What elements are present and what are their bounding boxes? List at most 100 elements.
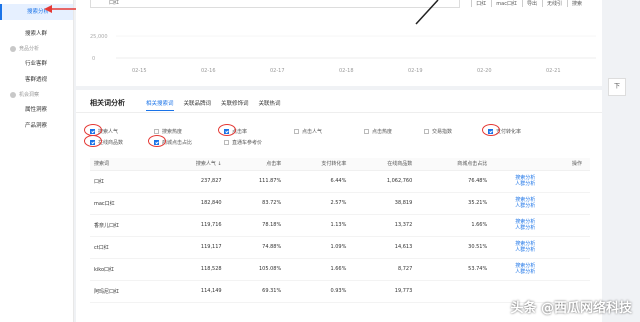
- sidebar-item-industry-crowd[interactable]: 行业客群: [0, 56, 73, 72]
- option-ztc-price[interactable]: 直通车参考价: [224, 139, 262, 146]
- row-actions: 搜索分析 人群分析: [495, 170, 590, 193]
- table-cell: 6.44%: [289, 170, 355, 193]
- row-actions: 搜索分析 人群分析: [495, 192, 590, 215]
- sidebar-item-search-crowd[interactable]: 搜索人群: [0, 26, 73, 42]
- checkbox[interactable]: [294, 129, 299, 134]
- table-cell: [420, 280, 496, 303]
- table-cell: 19,773: [354, 280, 421, 303]
- checkbox[interactable]: [424, 129, 429, 134]
- column-header: 在线商品数: [354, 158, 421, 171]
- x-tick-label: 02-19: [408, 68, 423, 74]
- main: 口红 口红 mac口红 导出 无线引 搜索 25,000 0 02-15 02-1…: [74, 0, 604, 322]
- sidebar-group-opportunity: 机会洞察: [0, 88, 73, 102]
- table-row: 口红 237,827 111.87% 6.44% 1,062,760 76.48% 搜索分析…: [90, 170, 590, 193]
- table-cell: 14,613: [354, 236, 421, 259]
- table-cell: 1,062,760: [354, 170, 421, 193]
- tab-related-modifier[interactable]: 关联修饰词: [221, 99, 249, 111]
- top-tools: 口红 mac口红 导出 无线引 搜索: [471, 0, 582, 7]
- table-cell: 1.66%: [420, 214, 496, 237]
- annotation-circle: [482, 124, 500, 136]
- column-header: 操作: [495, 158, 590, 171]
- table-cell: 13,372: [354, 214, 421, 237]
- table-cell: 111.87%: [229, 170, 290, 193]
- annotation-circle: [148, 135, 166, 147]
- tab-related-brand[interactable]: 关联品牌词: [184, 99, 212, 111]
- column-header: 点击率: [229, 158, 290, 171]
- table-cell: 78.18%: [229, 214, 290, 237]
- option-trade-index[interactable]: 交易指数: [424, 128, 452, 135]
- checkbox[interactable]: [364, 129, 369, 134]
- column-header: 支付转化率: [289, 158, 355, 171]
- sidebar-item-crowd-insight[interactable]: 客群透视: [0, 72, 73, 88]
- option-search-popularity[interactable]: 搜索人气: [84, 124, 118, 136]
- table-cell: 76.48%: [420, 170, 496, 193]
- x-tick-label: 02-20: [477, 68, 492, 74]
- checkbox[interactable]: [154, 129, 159, 134]
- tool-item[interactable]: mac口红: [491, 0, 517, 7]
- table-cell: 69.31%: [229, 280, 290, 303]
- column-header[interactable]: 搜索人气 ↓: [162, 158, 230, 171]
- x-tick-label: 02-21: [546, 68, 561, 74]
- annotation-circle: [218, 124, 236, 136]
- tool-item[interactable]: 口红: [471, 0, 486, 7]
- y-zero-label: 0: [92, 56, 95, 62]
- option-mall-click-share[interactable]: 商城点击占比: [148, 135, 192, 147]
- group-icon: [10, 46, 16, 52]
- crowd-analysis-link[interactable]: 人群分析: [515, 181, 582, 187]
- crowd-analysis-link[interactable]: 人群分析: [515, 203, 582, 209]
- table-cell: 237,827: [162, 170, 230, 193]
- table-cell: 30.51%: [420, 236, 496, 259]
- option-search-heat[interactable]: 搜索热度: [154, 128, 182, 135]
- option-pay-conversion[interactable]: 支付转化率: [482, 124, 521, 136]
- table-cell: 1.66%: [289, 258, 355, 281]
- y-tick-label: 25,000: [90, 34, 108, 40]
- tab-related-hot[interactable]: 关联热词: [259, 99, 281, 111]
- sidebar: 搜索分析 搜索人群 竞品分析 行业客群 客群透视 机会洞察 属性洞察 产品洞察: [0, 0, 74, 322]
- option-click-heat[interactable]: 点击热度: [364, 128, 392, 135]
- table-cell: 0.93%: [289, 280, 355, 303]
- crowd-analysis-link[interactable]: 人群分析: [515, 269, 582, 275]
- sidebar-item-product[interactable]: 产品洞察: [0, 118, 73, 134]
- table-row: ct口红 119,117 74.88% 1.09% 14,613 30.51% 搜索分析 人群…: [90, 236, 590, 259]
- table-cell: 2.57%: [289, 192, 355, 215]
- related-words-table: 搜索词 搜索人气 ↓ 点击率 支付转化率 在线商品数 商城点击占比 操作 口红 237,827…: [90, 158, 590, 303]
- x-tick-label: 02-17: [270, 68, 285, 74]
- sidebar-item-attribute[interactable]: 属性洞察: [0, 102, 73, 118]
- row-actions: 搜索分析 人群分析: [495, 214, 590, 237]
- sidebar-group-competitor: 竞品分析: [0, 42, 73, 56]
- table-row: mac口红 182,840 83.72% 2.57% 38,819 35.21% 搜索分析人…: [90, 192, 590, 215]
- trend-chart: 25,000 0 02-15 02-16 02-17 02-18 02-19 02-20 0…: [90, 34, 596, 74]
- tool-item[interactable]: 导出: [521, 0, 537, 7]
- table-cell: 74.88%: [229, 236, 290, 259]
- checkbox[interactable]: [224, 140, 229, 145]
- table-cell: 香奈儿口红: [90, 214, 163, 237]
- row-actions: 搜索分析 人群分析: [495, 258, 590, 281]
- table-cell: 1.09%: [289, 236, 355, 259]
- option-online-products[interactable]: 在线商品数: [84, 135, 123, 147]
- option-ctr[interactable]: 点击率: [218, 124, 247, 136]
- crowd-analysis-link[interactable]: 人群分析: [515, 225, 582, 231]
- table-cell: 35.21%: [420, 192, 496, 215]
- card-title: 相关词分析: [90, 99, 125, 107]
- crowd-analysis-link[interactable]: 人群分析: [515, 247, 582, 253]
- annotation-circle: [84, 135, 102, 147]
- table-cell: 口红: [90, 170, 163, 193]
- annotation-arrow-top: [415, 0, 439, 25]
- table-cell: 1.13%: [289, 214, 355, 237]
- search-input[interactable]: 口红: [90, 0, 460, 8]
- table-cell: 119,117: [162, 236, 230, 259]
- tool-item[interactable]: 搜索: [566, 0, 582, 7]
- side-float-button[interactable]: 下: [608, 78, 626, 96]
- table-cell: 118,528: [162, 258, 230, 281]
- table-row: 香奈儿口红 119,716 78.18% 1.13% 13,372 1.66% 搜索分析 人群…: [90, 214, 590, 237]
- related-words-card: 相关词分析 相关搜索词 关联品牌词 关联修饰词 关联热词 搜索人气 搜索热度 点…: [76, 90, 602, 322]
- x-ticks: 02-15 02-16 02-17 02-18 02-19 02-20 02-21: [132, 68, 561, 74]
- option-click-popularity[interactable]: 点击人气: [294, 128, 322, 135]
- group-icon: [10, 92, 16, 98]
- table-cell: 105.08%: [229, 258, 290, 281]
- trend-card: 口红 口红 mac口红 导出 无线引 搜索 25,000 0 02-15 02-1…: [76, 0, 602, 86]
- x-tick-label: 02-16: [201, 68, 216, 74]
- row-actions: 搜索分析 人群分析: [495, 236, 590, 259]
- tab-related-search[interactable]: 相关搜索词: [146, 99, 174, 111]
- tool-item[interactable]: 无线引: [541, 0, 562, 7]
